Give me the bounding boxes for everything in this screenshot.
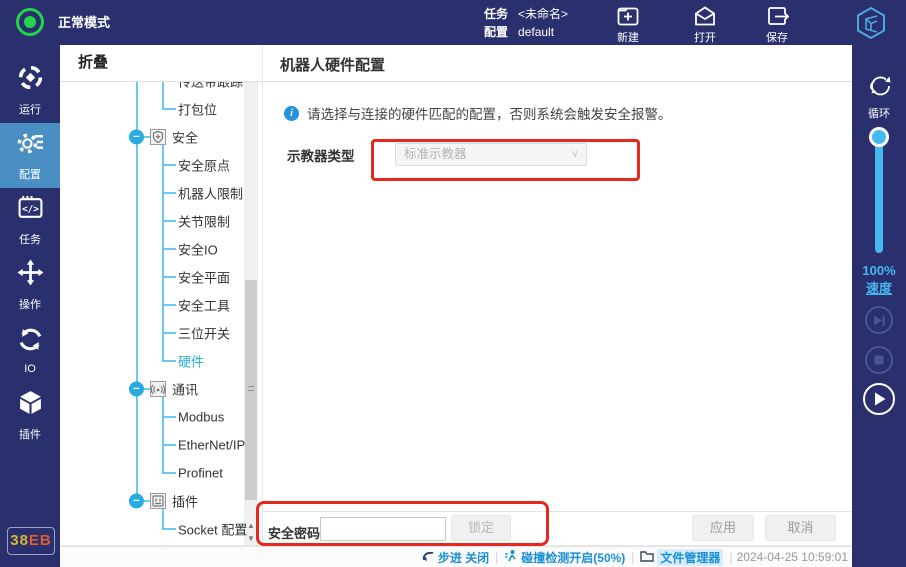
- tree-item-安全原点[interactable]: 安全原点: [60, 151, 242, 179]
- collision-icon: [504, 549, 518, 566]
- tree-item-安全[interactable]: – 安全: [60, 123, 242, 151]
- stop-button[interactable]: [865, 346, 893, 374]
- tree-item-安全平面[interactable]: 安全平面: [60, 263, 242, 291]
- open-button-label: 打开: [694, 32, 716, 44]
- cancel-button[interactable]: 取消: [765, 515, 836, 541]
- lock-button[interactable]: 锁定: [451, 515, 511, 541]
- datetime-label: 2024-04-25 10:59:01: [736, 550, 848, 564]
- open-envelope-icon: [676, 4, 734, 28]
- io-cycle-icon: [17, 326, 44, 358]
- file-manager-link[interactable]: 文件管理器: [640, 548, 724, 566]
- speed-label[interactable]: 速度: [852, 278, 906, 297]
- brand-cube-logo-icon: [853, 5, 889, 46]
- nav-item-operate[interactable]: 操作: [0, 253, 60, 318]
- config-label: 配置: [484, 25, 509, 39]
- step-forward-button[interactable]: [865, 306, 893, 334]
- pendant-type-select[interactable]: 标准示教器 ∨: [395, 143, 587, 166]
- config-tree: ▲ ▼ 传送带跟踪 打包位 – 安全 安全原点 机器人限制 关节限制 安全IO 安全平面 安全工具…: [60, 82, 262, 545]
- step-status[interactable]: 步进 关闭: [421, 549, 489, 566]
- speed-value: 100%: [862, 263, 896, 278]
- tree-item-EtherNet/IP[interactable]: EtherNet/IP: [60, 431, 245, 459]
- task-config-block: 任务 <未命名> 配置 default: [484, 5, 568, 41]
- page-title: 机器人硬件配置: [280, 57, 386, 74]
- tree-item-安全工具[interactable]: 安全工具: [60, 291, 242, 319]
- folder-icon: [640, 550, 655, 565]
- new-button-label: 新建: [617, 32, 639, 44]
- nav-item-run[interactable]: 运行: [0, 58, 60, 123]
- tree-item-clipped[interactable]: 传送带跟踪: [60, 82, 243, 95]
- nav-item-plugin[interactable]: 插件: [0, 383, 60, 448]
- config-value: default: [518, 25, 555, 39]
- left-nav: 运行 配置 </> 任务 操作 IO 插件 38EB: [0, 45, 60, 567]
- mode-status-light-icon: [16, 8, 44, 36]
- loop-label: 循环: [868, 108, 890, 120]
- tree-item-打包位[interactable]: 打包位: [60, 95, 242, 123]
- tree-item-Profinet[interactable]: Profinet: [60, 459, 242, 487]
- info-text: 请选择与连接的硬件匹配的配置，否则系统会触发安全报警。: [307, 107, 672, 122]
- task-value: <未命名>: [518, 7, 569, 21]
- play-button[interactable]: [863, 383, 895, 415]
- nav-item-task[interactable]: </> 任务: [0, 188, 60, 253]
- tree-item-通讯[interactable]: – 通讯: [60, 375, 242, 403]
- save-arrow-icon: [748, 4, 806, 28]
- comm-icon: [150, 381, 166, 397]
- plugin-icon: [150, 493, 166, 509]
- info-icon: i: [284, 105, 299, 121]
- error-code-badge[interactable]: 38EB: [7, 527, 55, 555]
- tree-item-关节限制[interactable]: 关节限制: [60, 207, 242, 235]
- chevron-down-icon: ∨: [570, 148, 579, 160]
- tree-item-机器人限制[interactable]: 机器人限制: [60, 179, 243, 207]
- collapse-toggle-icon[interactable]: –: [129, 129, 144, 145]
- pendant-type-value: 标准示教器: [404, 147, 467, 161]
- run-control-panel: 循环 100% 速度: [852, 45, 906, 567]
- hardware-config-panel: 机器人硬件配置 i 请选择与连接的硬件匹配的配置，否则系统会触发安全报警。 示教…: [263, 45, 852, 545]
- save-button[interactable]: 保存: [748, 4, 806, 45]
- speed-slider-thumb[interactable]: [869, 127, 889, 147]
- pendant-type-row: 示教器类型 标准示教器 ∨: [287, 143, 587, 166]
- tree-item-安全IO[interactable]: 安全IO: [60, 235, 242, 263]
- safety-password-input[interactable]: [320, 517, 446, 541]
- config-tree-panel: 折叠 ▲ ▼ 传送带跟踪 打包位 – 安全 安全原点 机器人限制 关节限制 安全IO 安全平面安…: [60, 45, 262, 545]
- tree-item-硬件[interactable]: 硬件: [60, 347, 242, 375]
- tree-scrollbar-thumb[interactable]: [245, 280, 257, 500]
- new-folder-plus-icon: [599, 4, 657, 28]
- status-bar: 步进 关闭 | 碰撞检测开启(50%) | 文件管理器 | 2024-04-25…: [60, 546, 852, 567]
- svg-text:</>: </>: [22, 204, 39, 215]
- new-button[interactable]: 新建: [599, 4, 657, 45]
- cube-icon: [17, 389, 44, 421]
- tree-scrollbar[interactable]: ▲ ▼: [244, 82, 258, 545]
- collapse-header[interactable]: 折叠: [60, 45, 262, 82]
- tree-item-插件[interactable]: – 插件: [60, 487, 242, 515]
- shield-icon: [150, 129, 166, 145]
- apply-button[interactable]: 应用: [692, 515, 754, 541]
- mode-label: 正常模式: [58, 15, 111, 30]
- nav-item-io[interactable]: IO: [0, 318, 60, 383]
- open-button[interactable]: 打开: [676, 4, 734, 45]
- move-arrows-icon: [17, 259, 44, 291]
- step-arrow-icon: [421, 549, 435, 565]
- top-bar: 正常模式 任务 <未命名> 配置 default 新建 打开 保存: [0, 0, 906, 45]
- collapse-toggle-icon[interactable]: –: [129, 493, 144, 509]
- tree-item-Modbus[interactable]: Modbus: [60, 403, 242, 431]
- code-window-icon: </>: [17, 194, 44, 226]
- speed-slider-track[interactable]: [875, 137, 883, 253]
- nav-item-config[interactable]: 配置: [0, 123, 60, 188]
- safety-password-label: 安全密码 :: [268, 526, 328, 541]
- task-label: 任务: [484, 7, 509, 21]
- info-row: i 请选择与连接的硬件匹配的配置，否则系统会触发安全报警。: [284, 103, 672, 123]
- tree-item-三位开关[interactable]: 三位开关: [60, 319, 242, 347]
- collapse-toggle-icon[interactable]: –: [129, 381, 144, 397]
- save-button-label: 保存: [766, 32, 788, 44]
- pendant-type-label: 示教器类型: [287, 148, 355, 164]
- tree-item-Socket 配置[interactable]: Socket 配置: [60, 515, 247, 543]
- app-window: 正常模式 任务 <未命名> 配置 default 新建 打开 保存 运行 配置 …: [0, 0, 906, 567]
- collision-status[interactable]: 碰撞检测开启(50%): [504, 549, 625, 566]
- gear-icon: [17, 129, 44, 161]
- loop-icon: [866, 73, 892, 104]
- run-icon: [17, 64, 44, 96]
